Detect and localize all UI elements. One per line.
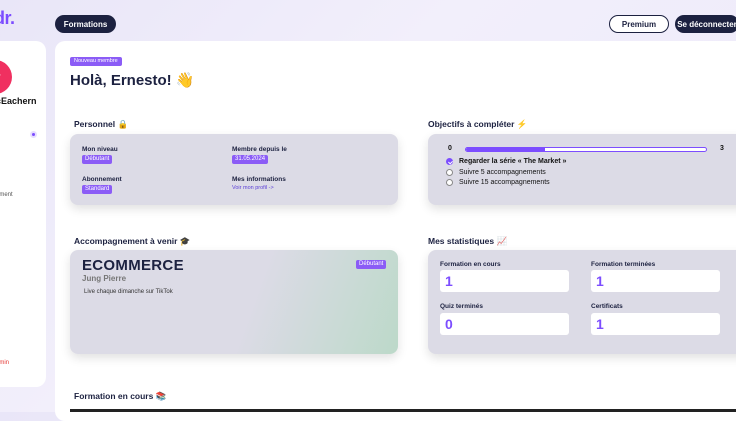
stat-value-done: 1 [591, 270, 720, 292]
radio-circle-icon[interactable] [446, 169, 453, 176]
stats-title: Mes statistiques 📈 [428, 236, 508, 246]
sidebar-user-name: cEachern [0, 96, 37, 106]
objective-label: Suivre 15 accompagnements [459, 179, 550, 186]
stat-label-in-progress: Formation en cours [440, 261, 501, 268]
avatar-text: cy [0, 72, 1, 83]
member-since-label: Membre depuis le [232, 146, 287, 153]
progress-fill [466, 148, 546, 151]
sidebar [0, 41, 46, 387]
objective-item[interactable]: Regarder la série « The Market » [446, 158, 566, 165]
objectifs-title: Objectifs à compléter ⚡ [428, 119, 528, 129]
checked-circle-icon[interactable] [446, 158, 453, 165]
stat-label-done: Formation terminées [591, 261, 656, 268]
stat-label-quiz: Quiz terminés [440, 303, 483, 310]
new-member-badge: Nouveau membre [70, 57, 122, 66]
level-tag: Débutant [82, 155, 113, 164]
stat-value-certificates: 1 [591, 313, 720, 335]
sidebar-active-dot-icon [30, 131, 37, 138]
objective-label: Suivre 5 accompagnements [459, 169, 546, 176]
personnel-title: Personnel 🔒 [74, 119, 129, 129]
formations-button[interactable]: Formations [55, 15, 116, 33]
level-badge: Débutant [356, 260, 387, 269]
view-profile-link[interactable]: Voir mon profil -> [232, 185, 274, 191]
member-since-tag: 31.05.2024 [232, 155, 269, 164]
schedule-text: Live chaque dimanche sur TikTok [84, 289, 173, 295]
accompagnement-title: Accompagnement à venir 🎓 [74, 236, 191, 246]
objective-label: Regarder la série « The Market » [459, 158, 567, 165]
objective-item[interactable]: Suivre 15 accompagnements [446, 179, 550, 186]
objective-item[interactable]: Suivre 5 accompagnements [446, 169, 546, 176]
subscription-tag: Standard [82, 185, 113, 194]
personnel-card [70, 134, 398, 205]
subscription-label: Abonnement [82, 176, 122, 183]
coach-name: Jung Pierre [82, 274, 127, 283]
page-title: Holà, Ernesto! 👋 [70, 72, 195, 89]
progress-max: 3 [720, 145, 724, 152]
level-label: Mon niveau [82, 146, 118, 153]
formation-en-cours-title: Formation en cours 📚 [74, 391, 167, 401]
main-panel [55, 41, 736, 421]
stat-value-quiz: 0 [440, 313, 569, 335]
premium-button[interactable]: Premium [609, 15, 669, 33]
stat-value-in-progress: 1 [440, 270, 569, 292]
sidebar-item-accompagnement[interactable]: ement [0, 192, 13, 198]
brand-logo[interactable]: dr. [0, 8, 15, 29]
logout-button[interactable]: Se déconnecter [675, 15, 736, 33]
my-info-label: Mes informations [232, 176, 286, 183]
sidebar-item-admin[interactable]: dmin [0, 360, 9, 366]
radio-circle-icon[interactable] [446, 179, 453, 186]
stat-label-certificates: Certificats [591, 303, 623, 310]
objectifs-progress-bar [465, 147, 707, 152]
progress-min: 0 [448, 145, 452, 152]
accompagnement-name: ECOMMERCE [82, 257, 184, 274]
